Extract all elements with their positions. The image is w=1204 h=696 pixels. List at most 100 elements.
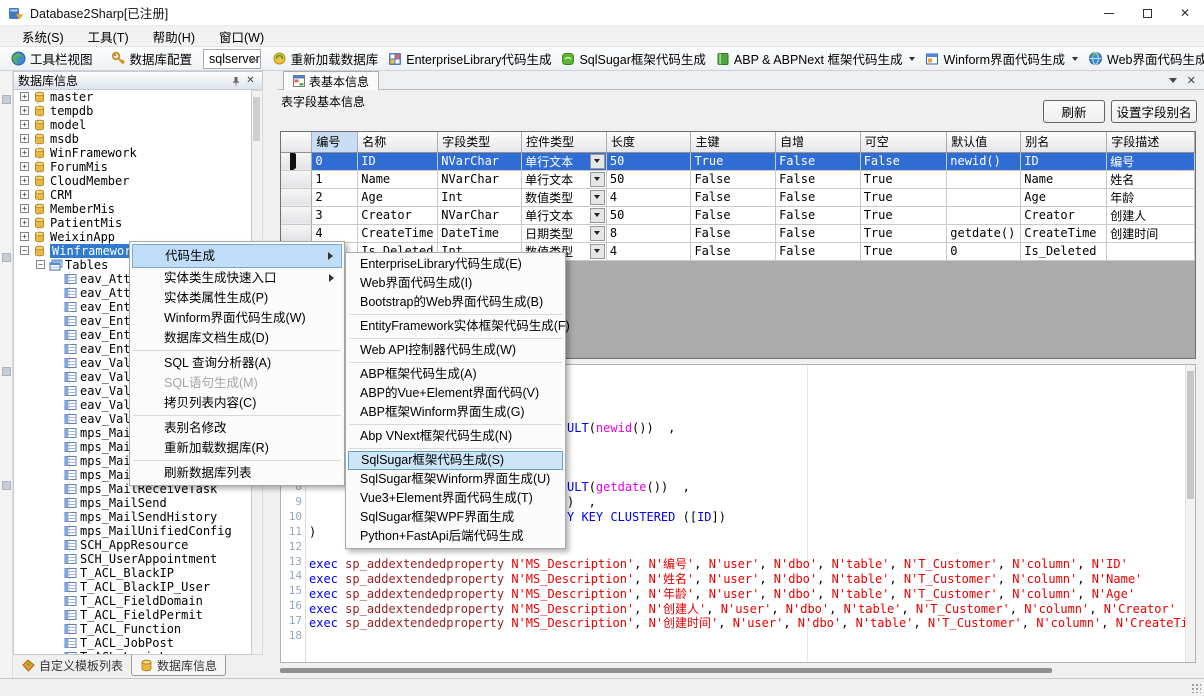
tree-node[interactable]: T_ACL_BlackIP xyxy=(14,566,251,580)
tree-node[interactable]: mps_MailUnifiedConfig xyxy=(14,524,251,538)
context-menu-item[interactable]: SQL 查询分析器(A) xyxy=(132,353,342,373)
close-button[interactable]: ✕ xyxy=(1166,0,1204,26)
expand-plus-icon[interactable]: + xyxy=(20,190,29,199)
grid-column-header[interactable]: 自增 xyxy=(776,132,861,152)
expand-plus-icon[interactable]: + xyxy=(20,134,29,143)
grid-column-header[interactable]: 主键 xyxy=(691,132,776,152)
grid-cell[interactable]: False xyxy=(691,188,776,206)
submenu-item[interactable]: Bootstrap的Web界面代码生成(B) xyxy=(348,293,563,312)
grid-row-selector[interactable] xyxy=(281,170,312,188)
grid-cell[interactable]: 创建时间 xyxy=(1107,224,1195,242)
grid-cell[interactable]: True xyxy=(860,170,947,188)
grid-cell[interactable]: NVarChar xyxy=(438,206,522,224)
cell-dropdown-button[interactable] xyxy=(590,244,605,259)
grid-cell[interactable]: 创建人 xyxy=(1107,206,1195,224)
context-menu-item[interactable]: 实体类生成快速入口 xyxy=(132,268,342,288)
cell-dropdown-button[interactable] xyxy=(590,154,605,169)
tree-node[interactable]: +model xyxy=(14,118,251,132)
menubar-item[interactable]: 工具(T) xyxy=(76,25,141,48)
grid-column-header[interactable]: 名称 xyxy=(358,132,438,152)
grid-cell[interactable]: CreateTime xyxy=(1021,224,1107,242)
grid-cell[interactable]: 0 xyxy=(947,242,1021,260)
grid-cell[interactable]: CreateTime xyxy=(358,224,438,242)
grid-cell[interactable]: False xyxy=(691,224,776,242)
grid-cell[interactable]: Name xyxy=(358,170,438,188)
grid-cell[interactable]: ID xyxy=(1021,152,1107,170)
toolbar-sqlsugar-button[interactable]: SqlSugar框架代码生成 xyxy=(556,47,710,70)
autohide-tab-icon[interactable] xyxy=(2,367,11,376)
tree-node[interactable]: +CRM xyxy=(14,188,251,202)
tab-list-dropdown-icon[interactable] xyxy=(1169,78,1177,83)
grid-row-selector[interactable] xyxy=(281,152,312,170)
grid-cell[interactable]: Name xyxy=(1021,170,1107,188)
resize-grip[interactable] xyxy=(1191,683,1201,693)
provider-combobox[interactable]: sqlserver xyxy=(203,49,261,69)
context-menu-item[interactable]: 拷贝列表内容(C) xyxy=(132,393,342,413)
cell-dropdown-button[interactable] xyxy=(590,190,605,205)
grid-cell[interactable]: False xyxy=(691,206,776,224)
toolbar-winform-button[interactable]: Winform界面代码生成 xyxy=(920,47,1083,70)
collapse-minus-icon[interactable]: − xyxy=(36,260,45,269)
grid-cell[interactable]: Is_Deleted xyxy=(1021,242,1107,260)
grid-cell[interactable]: 8 xyxy=(606,224,691,242)
grid-cell[interactable]: False xyxy=(776,188,861,206)
submenu-item[interactable]: EnterpriseLibrary代码生成(E) xyxy=(348,255,563,274)
grid-cell[interactable]: 1 xyxy=(312,170,358,188)
submenu-item[interactable]: Vue3+Element界面代码生成(T) xyxy=(348,489,563,508)
toolbar-web-button[interactable]: Web界面代码生成 xyxy=(1083,47,1204,70)
toolbar-reload-button[interactable]: 重新加载数据库 xyxy=(267,47,384,70)
grid-cell[interactable]: 单行文本 xyxy=(522,152,607,170)
tree-node[interactable]: SCH_AppResource xyxy=(14,538,251,552)
submenu-item[interactable]: Web API控制器代码生成(W) xyxy=(348,341,563,360)
grid-cell[interactable] xyxy=(947,188,1021,206)
cell-dropdown-button[interactable] xyxy=(590,208,605,223)
grid-column-header[interactable]: 编号 xyxy=(312,132,358,152)
tab-table-basic-info[interactable]: 表基本信息 xyxy=(283,71,379,90)
submenu-item[interactable]: SqlSugar框架Winform界面生成(U) xyxy=(348,470,563,489)
menubar-item[interactable]: 窗口(W) xyxy=(207,25,276,48)
grid-cell[interactable]: False xyxy=(860,152,947,170)
grid-cell[interactable]: Age xyxy=(1021,188,1107,206)
tree-node[interactable]: +PatientMis xyxy=(14,216,251,230)
grid-cell[interactable]: NVarChar xyxy=(438,170,522,188)
grid-cell[interactable]: 4 xyxy=(606,188,691,206)
grid-cell[interactable]: False xyxy=(691,170,776,188)
tree-node[interactable]: T_ACL_BlackIP_User xyxy=(14,580,251,594)
grid-cell[interactable]: 单行文本 xyxy=(522,206,607,224)
expand-plus-icon[interactable]: + xyxy=(20,92,29,101)
grid-cell[interactable]: newid() xyxy=(947,152,1021,170)
toolbar-view-button[interactable]: 工具栏视图 xyxy=(6,47,98,70)
grid-cell[interactable]: getdate() xyxy=(947,224,1021,242)
autohide-tab-icon[interactable] xyxy=(2,253,11,262)
grid-cell[interactable]: 3 xyxy=(312,206,358,224)
submenu-item[interactable]: ABP的Vue+Element界面代码(V) xyxy=(348,384,563,403)
refresh-button[interactable]: 刷新 xyxy=(1043,100,1105,123)
minimize-button[interactable] xyxy=(1090,0,1128,26)
tree-node[interactable]: mps_MailSendHistory xyxy=(14,510,251,524)
tree-node[interactable]: T_ACL_Function xyxy=(14,622,251,636)
grid-cell[interactable]: 编号 xyxy=(1107,152,1195,170)
grid-row[interactable]: 1NameNVarChar单行文本50FalseFalseTrueName姓名 xyxy=(281,170,1195,188)
expand-plus-icon[interactable]: + xyxy=(20,120,29,129)
grid-cell[interactable]: NVarChar xyxy=(438,152,522,170)
grid-cell[interactable]: False xyxy=(691,242,776,260)
tree-node[interactable]: +tempdb xyxy=(14,104,251,118)
expand-plus-icon[interactable]: + xyxy=(20,106,29,115)
grid-row[interactable]: 3CreatorNVarChar单行文本50FalseFalseTrueCrea… xyxy=(281,206,1195,224)
tree-node[interactable]: +msdb xyxy=(14,132,251,146)
expand-plus-icon[interactable]: + xyxy=(20,218,29,227)
tree-node[interactable]: SCH_UserAppointment xyxy=(14,552,251,566)
tree-node[interactable]: T_ACL_FieldPermit xyxy=(14,608,251,622)
editor-horizontal-scrollbar[interactable] xyxy=(280,668,1052,673)
grid-cell[interactable]: True xyxy=(860,188,947,206)
tree-node[interactable]: T_ACL_JobPost xyxy=(14,636,251,650)
grid-row[interactable]: 4CreateTimeDateTime日期类型8FalseFalseTruege… xyxy=(281,224,1195,242)
grid-row[interactable]: 2AgeInt数值类型4FalseFalseTrueAge年龄 xyxy=(281,188,1195,206)
grid-cell[interactable]: 50 xyxy=(606,152,691,170)
grid-column-header[interactable]: 长度 xyxy=(606,132,691,152)
expand-plus-icon[interactable]: + xyxy=(20,148,29,157)
editor-vertical-scrollbar[interactable] xyxy=(1185,365,1195,662)
grid-cell[interactable]: True xyxy=(860,206,947,224)
submenu-item[interactable]: SqlSugar框架代码生成(S) xyxy=(348,451,563,470)
grid-cell[interactable]: 2 xyxy=(312,188,358,206)
